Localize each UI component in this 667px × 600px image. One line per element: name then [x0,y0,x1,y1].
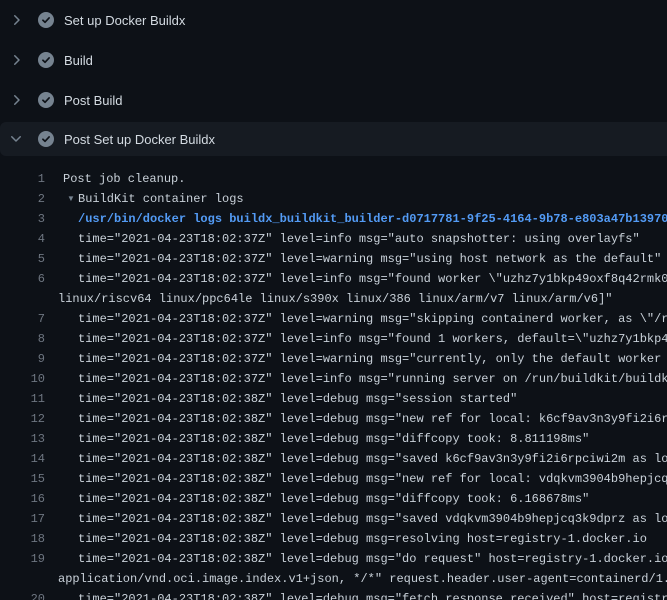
log-row: 16 time="2021-04-23T18:02:38Z" level=deb… [0,489,667,509]
workflow-log-viewer: Set up Docker Buildx Build [0,0,667,600]
log-text: time="2021-04-23T18:02:37Z" level=warnin… [78,349,667,369]
check-circle-icon [38,52,54,68]
log-text: time="2021-04-23T18:02:37Z" level=warnin… [78,309,667,329]
log-row: 8 time="2021-04-23T18:02:37Z" level=info… [0,329,667,349]
log-text: time="2021-04-23T18:02:38Z" level=debug … [78,489,667,509]
log-text: time="2021-04-23T18:02:37Z" level=info m… [78,369,667,389]
chevron-right-icon [8,52,24,68]
log-row: 9 time="2021-04-23T18:02:37Z" level=warn… [0,349,667,369]
check-circle-icon [38,12,54,28]
step-header-build[interactable]: Build [0,40,667,80]
step-label: Post Set up Docker Buildx [64,132,215,147]
log-text: time="2021-04-23T18:02:37Z" level=info m… [78,229,667,249]
log-row: 11 time="2021-04-23T18:02:38Z" level=deb… [0,389,667,409]
log-row: 20 time="2021-04-23T18:02:38Z" level=deb… [0,589,667,600]
log-group-toggle[interactable]: ▼BuildKit container logs [67,189,667,209]
line-number[interactable]: 11 [0,389,45,409]
line-number[interactable]: 7 [0,309,45,329]
line-number[interactable]: 2 [0,189,45,209]
line-number[interactable]: 20 [0,589,45,600]
log-row: 14 time="2021-04-23T18:02:38Z" level=deb… [0,449,667,469]
log-row: 5 time="2021-04-23T18:02:37Z" level=warn… [0,249,667,269]
log-row: 4 time="2021-04-23T18:02:37Z" level=info… [0,229,667,249]
log-row: 10 time="2021-04-23T18:02:37Z" level=inf… [0,369,667,389]
line-number[interactable]: 4 [0,229,45,249]
steps-list: Set up Docker Buildx Build [0,0,667,156]
line-number[interactable]: 19 [0,549,45,569]
chevron-right-icon [8,92,24,108]
check-circle-icon [38,131,54,147]
log-text: time="2021-04-23T18:02:38Z" level=debug … [78,469,667,489]
log-panel: 1 Post job cleanup. 2 ▼BuildKit containe… [0,156,667,600]
log-row: 17 time="2021-04-23T18:02:38Z" level=deb… [0,509,667,529]
line-number[interactable]: 13 [0,429,45,449]
log-text: time="2021-04-23T18:02:38Z" level=debug … [78,389,667,409]
step-header-post-set-up-docker-buildx[interactable]: Post Set up Docker Buildx [0,122,667,156]
log-text: time="2021-04-23T18:02:38Z" level=debug … [78,529,667,549]
log-text: time="2021-04-23T18:02:38Z" level=debug … [78,549,667,569]
log-text: time="2021-04-23T18:02:38Z" level=debug … [78,449,667,469]
log-row: application/vnd.oci.image.index.v1+json,… [0,569,667,589]
line-number[interactable]: 10 [0,369,45,389]
log-row: 3 /usr/bin/docker logs buildx_buildkit_b… [0,209,667,229]
line-number[interactable]: 8 [0,329,45,349]
log-text: time="2021-04-23T18:02:38Z" level=debug … [78,409,667,429]
chevron-right-icon [8,12,24,28]
line-number[interactable] [0,289,45,309]
log-text: application/vnd.oci.image.index.v1+json,… [58,569,667,589]
log-text: time="2021-04-23T18:02:38Z" level=debug … [78,429,667,449]
chevron-down-icon [8,131,24,147]
line-number[interactable]: 5 [0,249,45,269]
line-number[interactable]: 14 [0,449,45,469]
log-text: linux/riscv64 linux/ppc64le linux/s390x … [58,289,667,309]
line-number[interactable]: 15 [0,469,45,489]
log-command-text: /usr/bin/docker logs buildx_buildkit_bui… [78,209,667,229]
log-row: 1 Post job cleanup. [0,169,667,189]
group-collapse-triangle-icon[interactable]: ▼ [67,189,78,209]
step-header-set-up-docker-buildx[interactable]: Set up Docker Buildx [0,0,667,40]
line-number[interactable]: 3 [0,209,45,229]
log-row: 15 time="2021-04-23T18:02:38Z" level=deb… [0,469,667,489]
log-text: time="2021-04-23T18:02:37Z" level=warnin… [78,249,667,269]
log-text: Post job cleanup. [63,169,667,189]
log-text: time="2021-04-23T18:02:38Z" level=debug … [78,509,667,529]
log-row: 18 time="2021-04-23T18:02:38Z" level=deb… [0,529,667,549]
line-number[interactable]: 9 [0,349,45,369]
line-number[interactable]: 18 [0,529,45,549]
log-row: 12 time="2021-04-23T18:02:38Z" level=deb… [0,409,667,429]
line-number[interactable]: 6 [0,269,45,289]
log-text: time="2021-04-23T18:02:38Z" level=debug … [78,589,667,600]
log-text: time="2021-04-23T18:02:37Z" level=info m… [78,329,667,349]
step-label: Set up Docker Buildx [64,13,185,28]
line-number[interactable]: 1 [0,169,45,189]
line-number[interactable]: 12 [0,409,45,429]
line-number[interactable]: 16 [0,489,45,509]
log-row: 2 ▼BuildKit container logs [0,189,667,209]
log-text: time="2021-04-23T18:02:37Z" level=info m… [78,269,667,289]
log-row: 13 time="2021-04-23T18:02:38Z" level=deb… [0,429,667,449]
log-row: 19 time="2021-04-23T18:02:38Z" level=deb… [0,549,667,569]
step-label: Post Build [64,93,123,108]
check-circle-icon [38,92,54,108]
line-number[interactable] [0,569,45,589]
line-number[interactable]: 17 [0,509,45,529]
step-header-post-build[interactable]: Post Build [0,80,667,120]
log-row: linux/riscv64 linux/ppc64le linux/s390x … [0,289,667,309]
log-row: 7 time="2021-04-23T18:02:37Z" level=warn… [0,309,667,329]
step-label: Build [64,53,93,68]
log-row: 6 time="2021-04-23T18:02:37Z" level=info… [0,269,667,289]
